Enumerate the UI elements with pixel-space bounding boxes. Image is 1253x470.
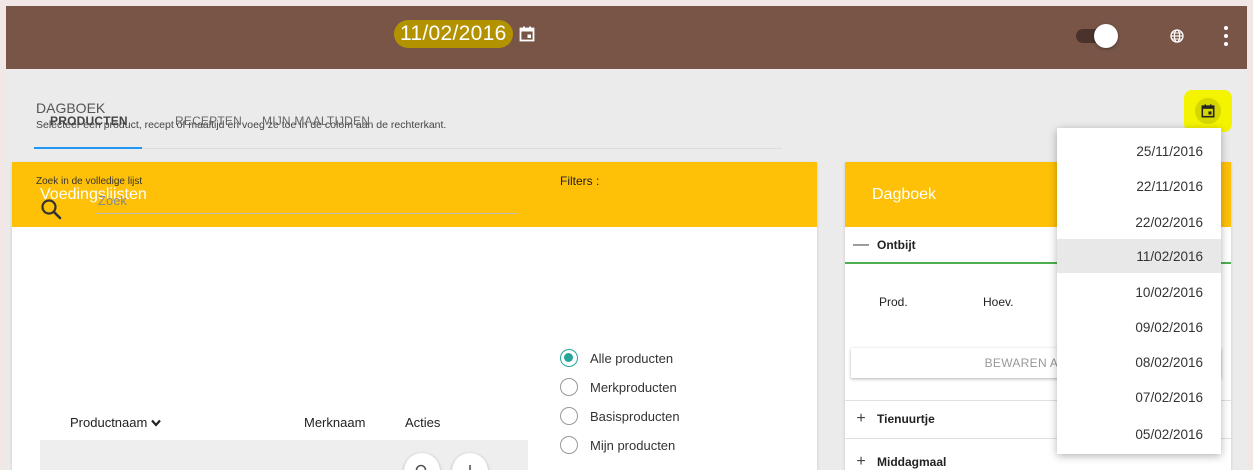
app-window: 11/02/2016 DAGBOEK Selecteer een product…: [6, 6, 1247, 470]
date-option[interactable]: 07/02/2016: [1057, 380, 1221, 414]
filter-option-basisproducten[interactable]: Basisproducten: [560, 407, 680, 425]
filters-label: Filters :: [560, 174, 600, 188]
remove-icon[interactable]: —: [851, 236, 871, 254]
filter-option-mijn-producten[interactable]: Mijn producten: [560, 436, 675, 454]
view-toggle-switch[interactable]: [1074, 24, 1122, 48]
date-picker-button[interactable]: [1184, 90, 1232, 132]
date-option-selected[interactable]: 11/02/2016: [1057, 239, 1221, 273]
section-label: Ontbijt: [877, 238, 916, 252]
current-date-display[interactable]: 11/02/2016: [394, 18, 537, 50]
active-tab-indicator: [34, 147, 142, 149]
dot: [1224, 34, 1228, 38]
add-icon[interactable]: +: [851, 453, 871, 470]
date-option[interactable]: 25/11/2016: [1057, 134, 1221, 168]
date-option[interactable]: 08/02/2016: [1057, 345, 1221, 379]
date-option[interactable]: 22/02/2016: [1057, 205, 1221, 239]
search-input[interactable]: [96, 188, 518, 214]
date-option[interactable]: 05/02/2016: [1057, 417, 1221, 451]
search-icon: [415, 464, 427, 470]
current-date-text: 11/02/2016: [394, 20, 513, 48]
radio-unchecked[interactable]: [560, 407, 578, 425]
date-option[interactable]: 22/11/2016: [1057, 169, 1221, 203]
column-label: Productnaam: [70, 415, 148, 430]
filter-label: Merkproducten: [590, 379, 677, 395]
more-vert-icon[interactable]: [1216, 23, 1236, 49]
column-hoev: Hoev.: [983, 295, 1014, 309]
add-icon[interactable]: +: [851, 410, 871, 428]
globe-icon[interactable]: [1166, 25, 1188, 47]
date-option[interactable]: 09/02/2016: [1057, 310, 1221, 344]
filter-label: Alle producten: [590, 350, 674, 366]
filter-label: Basisproducten: [590, 408, 680, 424]
filter-label: Mijn producten: [590, 437, 676, 453]
tab-recepten[interactable]: RECEPTEN: [175, 114, 242, 128]
dot: [1224, 42, 1228, 46]
dot: [1224, 26, 1228, 30]
add-icon: [469, 465, 471, 470]
section-label: Middagmaal: [877, 455, 947, 469]
radio-unchecked[interactable]: [560, 378, 578, 396]
tab-producten[interactable]: PRODUCTEN: [50, 114, 128, 128]
search-label: Zoek in de volledige lijst: [36, 176, 143, 187]
toggle-knob: [1094, 24, 1118, 48]
date-option[interactable]: 10/02/2016: [1057, 275, 1221, 309]
chevron-down-icon: [151, 419, 162, 427]
column-merknaam: Merknaam: [304, 415, 366, 430]
calendar-icon: [1195, 98, 1221, 124]
radio-unchecked[interactable]: [560, 436, 578, 454]
column-acties: Acties: [405, 415, 441, 430]
filter-option-alle-producten[interactable]: Alle producten: [560, 349, 673, 367]
date-dropdown-menu: 25/11/2016 22/11/2016 22/02/2016 11/02/2…: [1057, 128, 1221, 454]
column-productnaam[interactable]: Productnaam: [70, 415, 162, 430]
section-label: Tienuurtje: [877, 412, 935, 426]
calendar-icon[interactable]: [517, 24, 537, 44]
top-app-bar: 11/02/2016: [6, 6, 1247, 69]
search-icon: [41, 199, 62, 220]
food-lists-tabs: PRODUCTEN RECEPTEN MIJN MAALTIJDEN: [34, 110, 782, 149]
filter-option-merkproducten[interactable]: Merkproducten: [560, 378, 677, 396]
tab-mijn-maaltijden[interactable]: MIJN MAALTIJDEN: [262, 114, 370, 128]
radio-checked[interactable]: [560, 349, 578, 367]
column-prod: Prod.: [879, 295, 908, 309]
